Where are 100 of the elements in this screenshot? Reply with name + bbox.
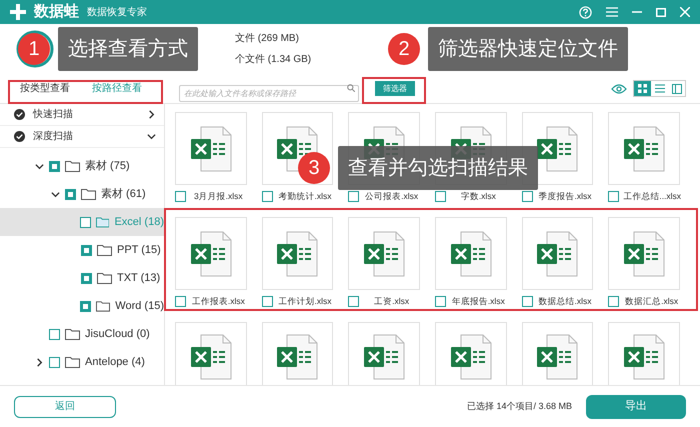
folder-icon	[65, 160, 80, 172]
file-name: 工资.xlsx	[373, 294, 410, 308]
file-name: 年底报告.xlsx	[450, 294, 506, 308]
spreadsheet-file-icon	[188, 124, 233, 172]
folder-label: 素材 (75)	[85, 158, 130, 174]
spreadsheet-file-icon	[535, 124, 580, 172]
file-thumbnail[interactable]	[262, 322, 334, 385]
checkbox[interactable]	[262, 190, 273, 202]
checkbox[interactable]	[608, 296, 620, 306]
search-icon	[347, 84, 355, 92]
tree-item[interactable]: 素材 (75)	[0, 152, 164, 180]
folder-icon	[81, 188, 96, 200]
checkbox[interactable]	[49, 160, 60, 172]
checkbox[interactable]	[49, 356, 60, 368]
check-circle-icon	[14, 131, 25, 142]
app-name: 数据蛙	[34, 2, 79, 22]
file-name: 考勤统计.xlsx	[277, 190, 332, 202]
checkbox[interactable]	[608, 190, 620, 202]
file-thumbnail[interactable]	[522, 217, 594, 290]
checkbox[interactable]	[175, 296, 186, 306]
file-name: 数据汇总.xlsx	[624, 294, 680, 308]
step-number-badge: 2	[388, 33, 420, 65]
menu-icon[interactable]	[606, 7, 618, 17]
spreadsheet-file-icon	[448, 230, 493, 278]
tree-item[interactable]: Antelope (4)	[0, 348, 164, 376]
tree-item[interactable]: 素材 (61)	[0, 180, 164, 208]
tree-item[interactable]: TXT (13)	[0, 264, 164, 292]
spreadsheet-file-icon	[535, 230, 580, 278]
file-thumbnail[interactable]	[608, 322, 680, 385]
file-thumbnail[interactable]	[348, 322, 420, 385]
checkbox[interactable]	[434, 190, 446, 202]
file-name: 数据总结.xlsx	[537, 294, 592, 308]
maximize-icon[interactable]	[656, 8, 666, 16]
file-thumbnail[interactable]	[262, 217, 334, 290]
file-name: 工作总结...xlsx	[623, 190, 682, 202]
minimize-icon[interactable]	[632, 11, 642, 13]
folder-icon	[96, 300, 110, 312]
file-thumbnail[interactable]	[522, 322, 594, 385]
grid-view-icon	[638, 84, 647, 93]
chevron-down-icon[interactable]	[34, 162, 44, 170]
selection-status: 已选择 14个项目/ 3.68 MB	[466, 400, 572, 413]
file-name: 工作报表.xlsx	[190, 294, 246, 308]
spreadsheet-file-icon	[188, 333, 233, 381]
chevron-down-icon[interactable]	[50, 190, 60, 198]
spreadsheet-file-icon	[275, 333, 320, 381]
folder-label: TXT (13)	[117, 270, 160, 286]
close-icon[interactable]	[680, 7, 690, 17]
view-mode-button[interactable]	[634, 81, 651, 96]
file-name: 工作计划.xlsx	[277, 294, 332, 308]
spreadsheet-file-icon	[362, 230, 406, 278]
checkbox[interactable]	[49, 328, 60, 340]
plus-logo-icon	[10, 4, 26, 20]
checkbox[interactable]	[348, 190, 360, 202]
callout-tooltip: 选择查看方式	[58, 27, 198, 71]
file-name: 3月月报.xlsx	[192, 190, 244, 202]
file-thumbnail[interactable]	[175, 112, 247, 185]
checkbox[interactable]	[65, 188, 76, 200]
tree-item[interactable]: JisuCloud (0)	[0, 320, 164, 348]
file-thumbnail[interactable]	[608, 112, 680, 185]
checkbox[interactable]	[262, 296, 273, 306]
checkbox[interactable]	[80, 300, 92, 312]
checkbox[interactable]	[81, 244, 92, 256]
spreadsheet-file-icon	[622, 333, 666, 381]
file-thumbnail[interactable]	[348, 217, 420, 290]
checkbox[interactable]	[348, 296, 360, 306]
checkbox[interactable]	[434, 296, 446, 306]
file-thumbnail[interactable]	[434, 322, 507, 385]
checkbox[interactable]	[522, 296, 533, 306]
folder-label: Antelope (4)	[85, 354, 145, 370]
callout-tooltip: 查看并勾选扫描结果	[338, 146, 538, 190]
check-circle-icon	[14, 109, 25, 120]
file-thumbnail[interactable]	[175, 322, 247, 385]
view-tab[interactable]: 按类型查看	[20, 81, 70, 96]
checkbox[interactable]	[81, 272, 92, 284]
callout-tooltip: 筛选器快速定位文件	[428, 27, 628, 71]
folder-icon	[97, 272, 112, 284]
file-name: 季度报告.xlsx	[537, 190, 592, 202]
file-thumbnail[interactable]	[175, 217, 247, 290]
file-thumbnail[interactable]	[434, 217, 507, 290]
eye-icon[interactable]	[611, 84, 627, 94]
folder-icon	[65, 356, 80, 368]
help-icon[interactable]	[579, 6, 592, 18]
spreadsheet-file-icon	[622, 124, 666, 172]
spreadsheet-file-icon	[188, 230, 233, 278]
search-field[interactable]: 在此处输入文件名称或保存路径	[179, 85, 359, 102]
file-name: 公司报表.xlsx	[364, 190, 420, 202]
checkbox[interactable]	[522, 190, 533, 202]
checkbox[interactable]	[80, 216, 91, 228]
file-name: 字数.xlsx	[460, 190, 497, 202]
tree-item[interactable]: PPT (15)	[0, 236, 164, 264]
scan-mode-item[interactable]: 深度扫描	[0, 126, 164, 148]
tree-item[interactable]: Word (15)	[0, 292, 164, 320]
chevron-right-icon[interactable]	[147, 110, 156, 119]
app-subtitle: 数据恢复专家	[87, 6, 147, 20]
file-thumbnail[interactable]	[608, 217, 680, 290]
annotation-frame	[362, 77, 426, 104]
chevron-down-icon[interactable]	[147, 132, 156, 141]
chevron-right-icon[interactable]	[34, 358, 44, 366]
scan-mode-item[interactable]: 快速扫描	[0, 104, 164, 126]
checkbox[interactable]	[175, 190, 186, 202]
